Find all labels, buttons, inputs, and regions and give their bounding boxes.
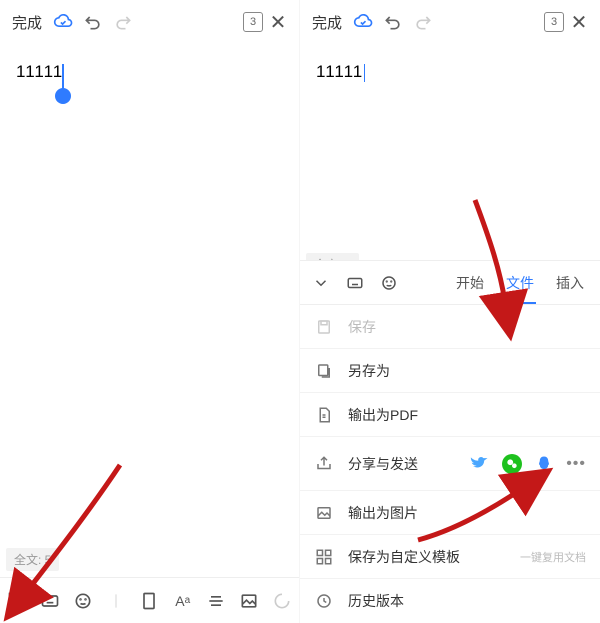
share-qq-icon[interactable] — [534, 454, 554, 474]
page-count-badge[interactable]: 3 — [243, 12, 263, 32]
menu-save-label: 保存 — [348, 317, 586, 337]
document-area[interactable]: 11111 全文: 5 — [300, 44, 600, 282]
file-panel: 开始 文件 插入 保存 另存为 输出 — [300, 260, 600, 623]
top-toolbar: 完成 3 ✕ — [300, 0, 600, 44]
menu-export-image[interactable]: 输出为图片 — [300, 491, 600, 535]
file-menu-list: 保存 另存为 输出为PDF 分享与发送 — [300, 305, 600, 623]
assistant-icon[interactable] — [70, 588, 96, 614]
pdf-icon — [314, 405, 334, 425]
tab-file[interactable]: 文件 — [504, 263, 536, 303]
menu-share-send-label: 分享与发送 — [348, 454, 470, 474]
assistant-icon[interactable] — [372, 266, 406, 300]
font-icon[interactable]: Aa — [170, 588, 196, 614]
undo-icon[interactable] — [78, 7, 108, 37]
text-cursor-handle[interactable] — [55, 88, 71, 104]
menu-export-pdf-label: 输出为PDF — [348, 405, 586, 425]
menu-save: 保存 — [300, 305, 600, 349]
word-count-badge: 全文: 5 — [6, 548, 59, 571]
keyboard-icon[interactable] — [37, 588, 63, 614]
save-icon — [314, 317, 334, 337]
apps-grid-icon[interactable] — [4, 588, 30, 614]
document-text: 11111 — [316, 62, 365, 82]
done-button[interactable]: 完成 — [306, 12, 348, 33]
tab-start[interactable]: 开始 — [454, 263, 486, 303]
menu-history[interactable]: 历史版本 — [300, 579, 600, 623]
menu-export-pdf[interactable]: 输出为PDF — [300, 393, 600, 437]
template-hint: 一键复用文档 — [520, 549, 586, 565]
panel-tab-row: 开始 文件 插入 — [300, 261, 600, 305]
template-icon — [314, 547, 334, 567]
save-as-icon — [314, 361, 334, 381]
page-count-badge[interactable]: 3 — [544, 12, 564, 32]
undo-icon[interactable] — [378, 7, 408, 37]
share-targets: ••• — [470, 454, 586, 474]
text-cursor — [364, 64, 365, 82]
close-icon[interactable]: ✕ — [263, 7, 293, 37]
close-icon[interactable]: ✕ — [564, 7, 594, 37]
divider-icon — [103, 588, 129, 614]
screenshot-right: 完成 3 ✕ 11111 全文: 5 — [300, 0, 600, 623]
menu-history-label: 历史版本 — [348, 591, 586, 611]
menu-share-send[interactable]: 分享与发送 ••• — [300, 437, 600, 491]
screenshot-left: 完成 3 ✕ 11111 全文: 5 — [0, 0, 300, 623]
menu-export-image-label: 输出为图片 — [348, 503, 586, 523]
tab-insert[interactable]: 插入 — [554, 263, 586, 303]
history-icon — [314, 591, 334, 611]
collapse-panel-icon[interactable] — [304, 266, 338, 300]
cloud-sync-icon[interactable] — [348, 7, 378, 37]
share-icon — [314, 454, 334, 474]
redo-icon[interactable] — [408, 7, 438, 37]
share-more-icon[interactable]: ••• — [566, 455, 586, 473]
menu-save-template[interactable]: 保存为自定义模板 一键复用文档 — [300, 535, 600, 579]
share-bird-icon[interactable] — [470, 454, 490, 474]
menu-save-as-label: 另存为 — [348, 361, 586, 381]
image-icon — [314, 503, 334, 523]
page-setup-icon[interactable] — [136, 588, 162, 614]
keyboard-icon[interactable] — [338, 266, 372, 300]
menu-save-as[interactable]: 另存为 — [300, 349, 600, 393]
bottom-toolbar: Aa — [0, 577, 299, 623]
paragraph-icon[interactable] — [203, 588, 229, 614]
redo-icon[interactable] — [108, 7, 138, 37]
share-wechat-icon[interactable] — [502, 454, 522, 474]
document-text: 11111 — [16, 62, 63, 82]
done-button[interactable]: 完成 — [6, 12, 48, 33]
document-area[interactable]: 11111 全文: 5 — [0, 44, 299, 577]
top-toolbar: 完成 3 ✕ — [0, 0, 299, 44]
image-insert-icon[interactable] — [236, 588, 262, 614]
more-icon[interactable] — [269, 588, 295, 614]
menu-save-template-label: 保存为自定义模板 — [348, 547, 520, 567]
cloud-sync-icon[interactable] — [48, 7, 78, 37]
